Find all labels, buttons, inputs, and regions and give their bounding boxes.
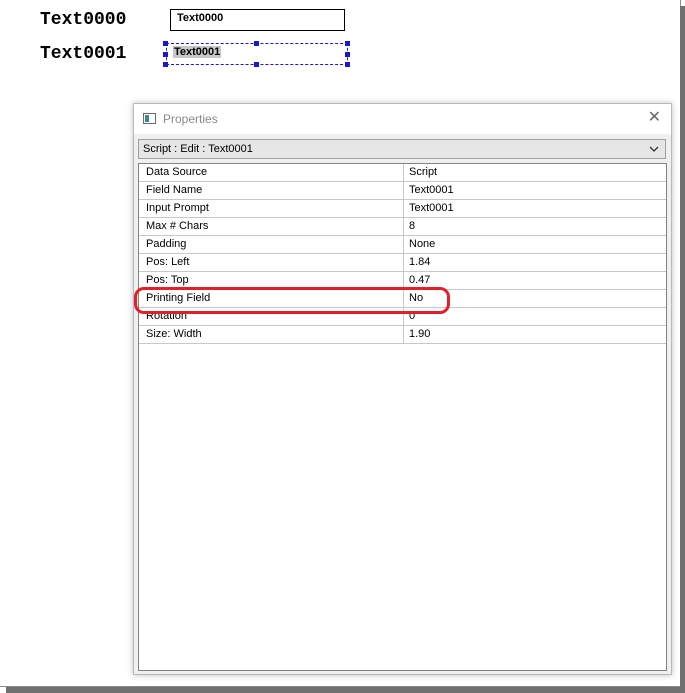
property-value[interactable]: 1.84 (409, 256, 430, 268)
canvas-shadow-bottom (6, 687, 685, 693)
resize-handle-bottom-right[interactable] (345, 62, 350, 67)
property-name: Data Source (146, 166, 208, 178)
resize-handle-mid-left[interactable] (163, 52, 168, 57)
property-name: Size: Width (146, 328, 202, 340)
property-grid: Data Source Script Field Name Text0001 I… (138, 163, 667, 671)
property-name: Pos: Top (146, 274, 189, 286)
resize-handle-top-right[interactable] (345, 41, 350, 46)
properties-titlebar[interactable]: Properties ✕ (134, 104, 671, 134)
field-label-text0001: Text0001 (40, 44, 127, 64)
chevron-down-icon (649, 140, 659, 161)
property-value[interactable]: Text0001 (409, 184, 454, 196)
field-text0000-value: Text0000 (177, 12, 224, 24)
object-selector-value: Script : Edit : Text0001 (143, 143, 253, 155)
property-value[interactable]: Script (409, 166, 437, 178)
property-value[interactable]: 1.90 (409, 328, 430, 340)
property-row[interactable]: Max # Chars 8 (139, 218, 666, 236)
resize-handle-bottom-left[interactable] (163, 62, 168, 67)
highlight-annotation (134, 287, 450, 314)
property-row[interactable]: Data Source Script (139, 164, 666, 182)
properties-window: Properties ✕ Script : Edit : Text0001 Da… (133, 103, 672, 675)
resize-handle-top-left[interactable] (163, 41, 168, 46)
property-name: Input Prompt (146, 202, 209, 214)
field-label-text0000: Text0000 (40, 10, 127, 30)
property-value[interactable]: None (409, 238, 435, 250)
property-row[interactable]: Padding None (139, 236, 666, 254)
property-name: Max # Chars (146, 220, 209, 232)
resize-handle-top-mid[interactable] (254, 41, 259, 46)
property-name: Field Name (146, 184, 203, 196)
window-app-icon (143, 113, 156, 124)
property-row[interactable]: Pos: Left 1.84 (139, 254, 666, 272)
property-name: Pos: Left (146, 256, 190, 268)
property-value[interactable]: 0.47 (409, 274, 430, 286)
canvas-shadow-right (680, 6, 685, 693)
property-value[interactable]: Text0001 (409, 202, 454, 214)
field-text0001-value: Text0001 (173, 46, 222, 58)
resize-handle-mid-right[interactable] (345, 52, 350, 57)
property-row[interactable]: Input Prompt Text0001 (139, 200, 666, 218)
resize-handle-bottom-mid[interactable] (254, 62, 259, 67)
window-title: Properties (163, 112, 218, 126)
property-row[interactable]: Field Name Text0001 (139, 182, 666, 200)
field-text0000[interactable]: Text0000 (170, 9, 345, 31)
property-row[interactable]: Size: Width 1.90 (139, 326, 666, 344)
object-selector-dropdown[interactable]: Script : Edit : Text0001 (138, 139, 666, 159)
property-name: Padding (146, 238, 187, 250)
property-value[interactable]: 8 (409, 220, 415, 232)
close-icon[interactable]: ✕ (648, 109, 661, 127)
